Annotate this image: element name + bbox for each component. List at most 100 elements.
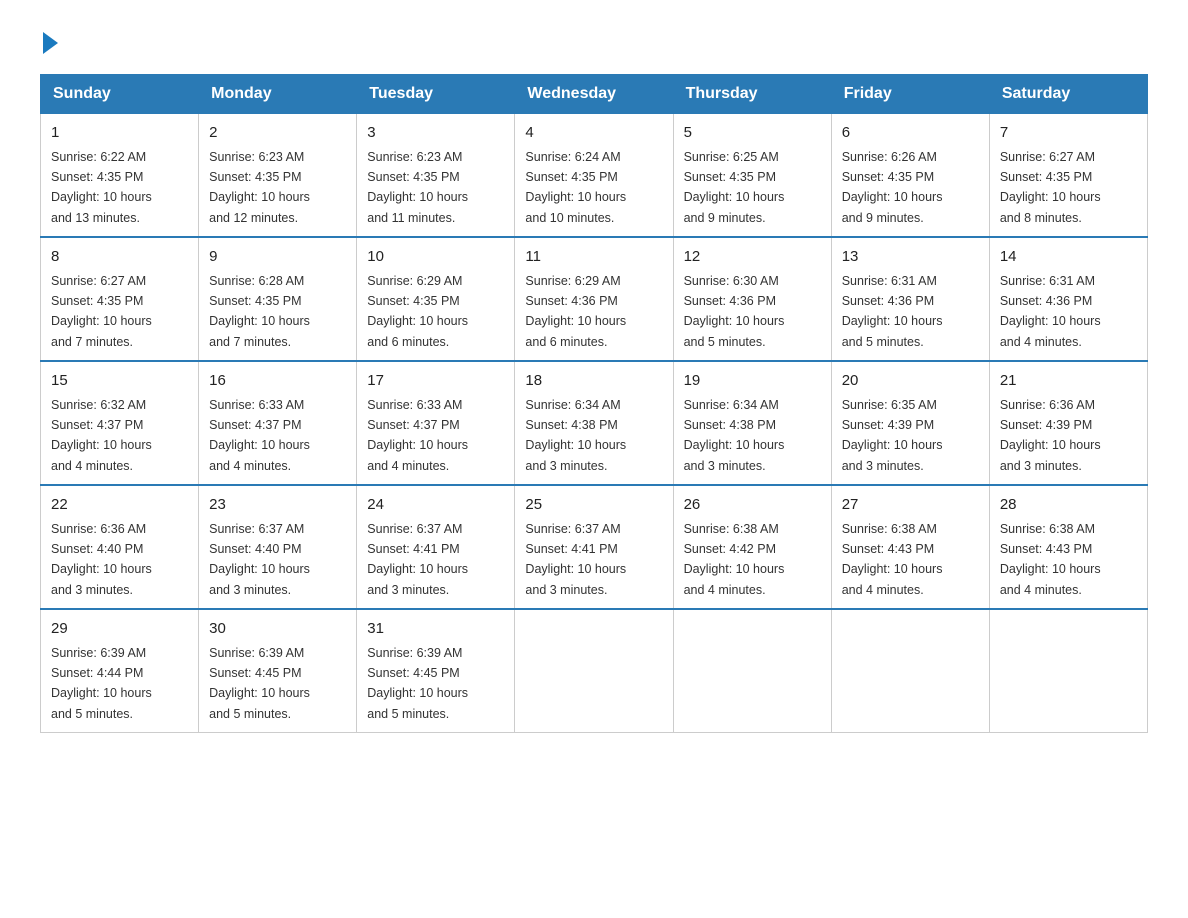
day-number: 17 (367, 370, 504, 393)
calendar-cell: 16 Sunrise: 6:33 AMSunset: 4:37 PMDayligh… (199, 361, 357, 485)
calendar-cell: 19 Sunrise: 6:34 AMSunset: 4:38 PMDayligh… (673, 361, 831, 485)
day-info: Sunrise: 6:34 AMSunset: 4:38 PMDaylight:… (525, 398, 626, 473)
calendar-cell: 23 Sunrise: 6:37 AMSunset: 4:40 PMDayligh… (199, 485, 357, 609)
day-number: 19 (684, 370, 821, 393)
day-number: 20 (842, 370, 979, 393)
day-number: 24 (367, 494, 504, 517)
day-info: Sunrise: 6:27 AMSunset: 4:35 PMDaylight:… (51, 274, 152, 349)
day-info: Sunrise: 6:39 AMSunset: 4:44 PMDaylight:… (51, 646, 152, 721)
calendar-cell: 25Sunrise: 6:37 AMSunset: 4:41 PMDayligh… (515, 485, 673, 609)
day-number: 27 (842, 494, 979, 517)
calendar-cell: 17Sunrise: 6:33 AMSunset: 4:37 PMDayligh… (357, 361, 515, 485)
calendar-week-row: 22 Sunrise: 6:36 AMSunset: 4:40 PMDayligh… (41, 485, 1148, 609)
calendar-cell: 28Sunrise: 6:38 AMSunset: 4:43 PMDayligh… (989, 485, 1147, 609)
day-info: Sunrise: 6:39 AMSunset: 4:45 PMDaylight:… (367, 646, 468, 721)
calendar-cell: 22 Sunrise: 6:36 AMSunset: 4:40 PMDayligh… (41, 485, 199, 609)
day-info: Sunrise: 6:27 AMSunset: 4:35 PMDaylight:… (1000, 150, 1101, 225)
header-friday: Friday (831, 75, 989, 114)
page-header (40, 30, 1148, 54)
calendar-cell: 2Sunrise: 6:23 AMSunset: 4:35 PMDaylight… (199, 114, 357, 238)
day-number: 22 (51, 494, 188, 517)
calendar-cell: 29Sunrise: 6:39 AMSunset: 4:44 PMDayligh… (41, 609, 199, 733)
day-info: Sunrise: 6:32 AMSunset: 4:37 PMDaylight:… (51, 398, 152, 473)
day-number: 30 (209, 618, 346, 641)
day-info: Sunrise: 6:23 AMSunset: 4:35 PMDaylight:… (209, 150, 310, 225)
day-number: 12 (684, 246, 821, 269)
header-thursday: Thursday (673, 75, 831, 114)
calendar-cell: 13 Sunrise: 6:31 AMSunset: 4:36 PMDayligh… (831, 237, 989, 361)
day-number: 7 (1000, 122, 1137, 145)
day-info: Sunrise: 6:31 AMSunset: 4:36 PMDaylight:… (842, 274, 943, 349)
day-number: 15 (51, 370, 188, 393)
day-info: Sunrise: 6:35 AMSunset: 4:39 PMDaylight:… (842, 398, 943, 473)
calendar-cell: 31 Sunrise: 6:39 AMSunset: 4:45 PMDayligh… (357, 609, 515, 733)
day-info: Sunrise: 6:33 AMSunset: 4:37 PMDaylight:… (209, 398, 310, 473)
header-wednesday: Wednesday (515, 75, 673, 114)
calendar-cell (515, 609, 673, 733)
calendar-cell: 4 Sunrise: 6:24 AMSunset: 4:35 PMDaylight… (515, 114, 673, 238)
calendar-cell: 8 Sunrise: 6:27 AMSunset: 4:35 PMDaylight… (41, 237, 199, 361)
header-monday: Monday (199, 75, 357, 114)
day-number: 25 (525, 494, 662, 517)
calendar-cell: 10 Sunrise: 6:29 AMSunset: 4:35 PMDayligh… (357, 237, 515, 361)
day-info: Sunrise: 6:37 AMSunset: 4:41 PMDaylight:… (367, 522, 468, 597)
day-info: Sunrise: 6:36 AMSunset: 4:39 PMDaylight:… (1000, 398, 1101, 473)
day-info: Sunrise: 6:37 AMSunset: 4:40 PMDaylight:… (209, 522, 310, 597)
calendar-cell: 6Sunrise: 6:26 AMSunset: 4:35 PMDaylight… (831, 114, 989, 238)
header-tuesday: Tuesday (357, 75, 515, 114)
calendar-cell: 30 Sunrise: 6:39 AMSunset: 4:45 PMDayligh… (199, 609, 357, 733)
day-number: 10 (367, 246, 504, 269)
calendar-cell (989, 609, 1147, 733)
calendar-cell: 5 Sunrise: 6:25 AMSunset: 4:35 PMDaylight… (673, 114, 831, 238)
day-info: Sunrise: 6:38 AMSunset: 4:43 PMDaylight:… (1000, 522, 1101, 597)
calendar-cell: 3 Sunrise: 6:23 AMSunset: 4:35 PMDaylight… (357, 114, 515, 238)
day-number: 23 (209, 494, 346, 517)
day-info: Sunrise: 6:31 AMSunset: 4:36 PMDaylight:… (1000, 274, 1101, 349)
day-number: 8 (51, 246, 188, 269)
day-number: 16 (209, 370, 346, 393)
calendar-cell: 21 Sunrise: 6:36 AMSunset: 4:39 PMDayligh… (989, 361, 1147, 485)
day-number: 14 (1000, 246, 1137, 269)
calendar-week-row: 1Sunrise: 6:22 AMSunset: 4:35 PMDaylight… (41, 114, 1148, 238)
calendar-week-row: 29Sunrise: 6:39 AMSunset: 4:44 PMDayligh… (41, 609, 1148, 733)
calendar-header-row: Sunday Monday Tuesday Wednesday Thursday… (41, 75, 1148, 114)
calendar-cell: 24 Sunrise: 6:37 AMSunset: 4:41 PMDayligh… (357, 485, 515, 609)
day-number: 26 (684, 494, 821, 517)
calendar-cell (831, 609, 989, 733)
header-sunday: Sunday (41, 75, 199, 114)
day-info: Sunrise: 6:25 AMSunset: 4:35 PMDaylight:… (684, 150, 785, 225)
calendar-cell: 15 Sunrise: 6:32 AMSunset: 4:37 PMDayligh… (41, 361, 199, 485)
logo (40, 30, 58, 54)
day-info: Sunrise: 6:38 AMSunset: 4:43 PMDaylight:… (842, 522, 943, 597)
calendar-cell: 20 Sunrise: 6:35 AMSunset: 4:39 PMDayligh… (831, 361, 989, 485)
day-info: Sunrise: 6:38 AMSunset: 4:42 PMDaylight:… (684, 522, 785, 597)
day-info: Sunrise: 6:34 AMSunset: 4:38 PMDaylight:… (684, 398, 785, 473)
calendar-cell: 7 Sunrise: 6:27 AMSunset: 4:35 PMDaylight… (989, 114, 1147, 238)
calendar-cell: 27 Sunrise: 6:38 AMSunset: 4:43 PMDayligh… (831, 485, 989, 609)
day-info: Sunrise: 6:39 AMSunset: 4:45 PMDaylight:… (209, 646, 310, 721)
day-number: 18 (525, 370, 662, 393)
calendar-week-row: 8 Sunrise: 6:27 AMSunset: 4:35 PMDaylight… (41, 237, 1148, 361)
day-number: 3 (367, 122, 504, 145)
calendar-cell: 12Sunrise: 6:30 AMSunset: 4:36 PMDayligh… (673, 237, 831, 361)
day-info: Sunrise: 6:28 AMSunset: 4:35 PMDaylight:… (209, 274, 310, 349)
calendar-cell: 14 Sunrise: 6:31 AMSunset: 4:36 PMDayligh… (989, 237, 1147, 361)
day-number: 31 (367, 618, 504, 641)
calendar-cell: 1Sunrise: 6:22 AMSunset: 4:35 PMDaylight… (41, 114, 199, 238)
day-info: Sunrise: 6:23 AMSunset: 4:35 PMDaylight:… (367, 150, 468, 225)
day-number: 13 (842, 246, 979, 269)
calendar-table: Sunday Monday Tuesday Wednesday Thursday… (40, 74, 1148, 733)
day-number: 21 (1000, 370, 1137, 393)
day-number: 5 (684, 122, 821, 145)
day-info: Sunrise: 6:29 AMSunset: 4:36 PMDaylight:… (525, 274, 626, 349)
day-info: Sunrise: 6:29 AMSunset: 4:35 PMDaylight:… (367, 274, 468, 349)
calendar-cell: 9 Sunrise: 6:28 AMSunset: 4:35 PMDaylight… (199, 237, 357, 361)
day-number: 11 (525, 246, 662, 269)
day-number: 9 (209, 246, 346, 269)
day-info: Sunrise: 6:36 AMSunset: 4:40 PMDaylight:… (51, 522, 152, 597)
day-number: 1 (51, 122, 188, 145)
day-info: Sunrise: 6:24 AMSunset: 4:35 PMDaylight:… (525, 150, 626, 225)
day-number: 4 (525, 122, 662, 145)
day-info: Sunrise: 6:26 AMSunset: 4:35 PMDaylight:… (842, 150, 943, 225)
calendar-cell: 26 Sunrise: 6:38 AMSunset: 4:42 PMDayligh… (673, 485, 831, 609)
